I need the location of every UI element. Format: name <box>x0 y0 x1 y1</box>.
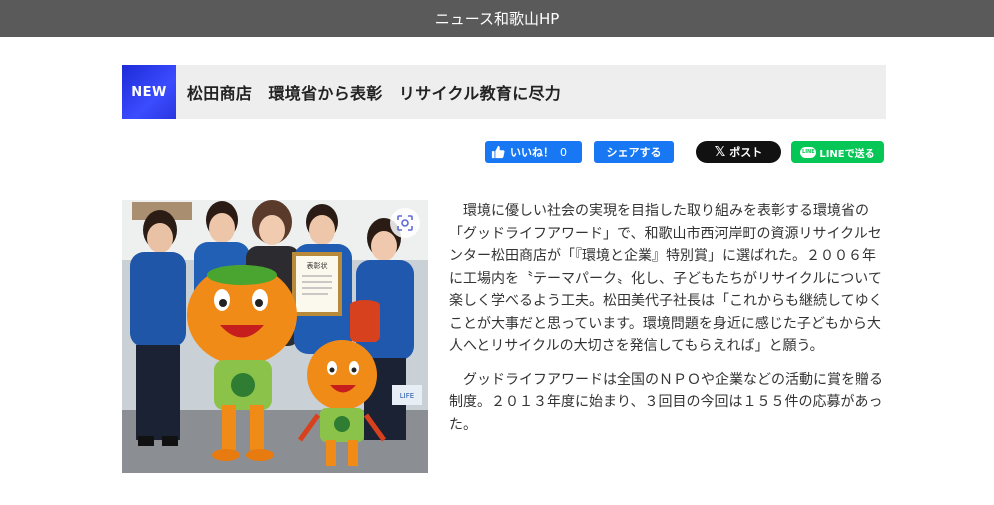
site-header: ニュース和歌山HP <box>0 0 994 37</box>
article-headline: 松田商店 環境省から表彰 リサイクル教育に尽力 <box>187 84 562 103</box>
x-logo-icon: 𝕏 <box>714 144 726 160</box>
article-photo: 表彰状 LIFE <box>122 200 428 473</box>
new-badge: NEW <box>122 65 176 119</box>
line-send-button[interactable]: LINE LINEで送る <box>791 141 884 163</box>
line-logo-icon: LINE <box>800 146 817 158</box>
share-buttons: いいね！ 0 シェアする 𝕏 ポスト LINE LINEで送る <box>0 141 994 165</box>
thumbs-up-icon <box>491 145 505 159</box>
bag-label: LIFE <box>400 392 414 400</box>
award-group-photo: 表彰状 LIFE <box>122 200 428 473</box>
like-count: 0 <box>560 145 567 159</box>
headline-banner: NEW 松田商店 環境省から表彰 リサイクル教育に尽力 <box>122 65 886 119</box>
facebook-like-button[interactable]: いいね！ 0 <box>485 141 582 163</box>
facebook-share-button[interactable]: シェアする <box>594 141 674 163</box>
certificate-heading: 表彰状 <box>307 261 328 270</box>
line-send-label: LINEで送る <box>819 148 875 160</box>
article-body: 環境に優しい社会の実現を目指した取り組みを表彰する環境省の「グッドライフアワード… <box>449 200 889 447</box>
article-paragraph: グッドライフアワードは全国のＮＰＯや企業などの活動に賞を贈る制度。２０１３年度に… <box>449 371 883 433</box>
site-title[interactable]: ニュース和歌山HP <box>435 8 560 29</box>
image-search-button[interactable] <box>390 208 420 238</box>
lens-icon <box>397 215 413 231</box>
x-post-button[interactable]: 𝕏 ポスト <box>696 141 781 163</box>
like-label: いいね！ <box>510 146 554 159</box>
x-post-label: ポスト <box>729 146 763 159</box>
article-paragraph: 環境に優しい社会の実現を目指した取り組みを表彰する環境省の「グッドライフアワード… <box>449 203 883 354</box>
